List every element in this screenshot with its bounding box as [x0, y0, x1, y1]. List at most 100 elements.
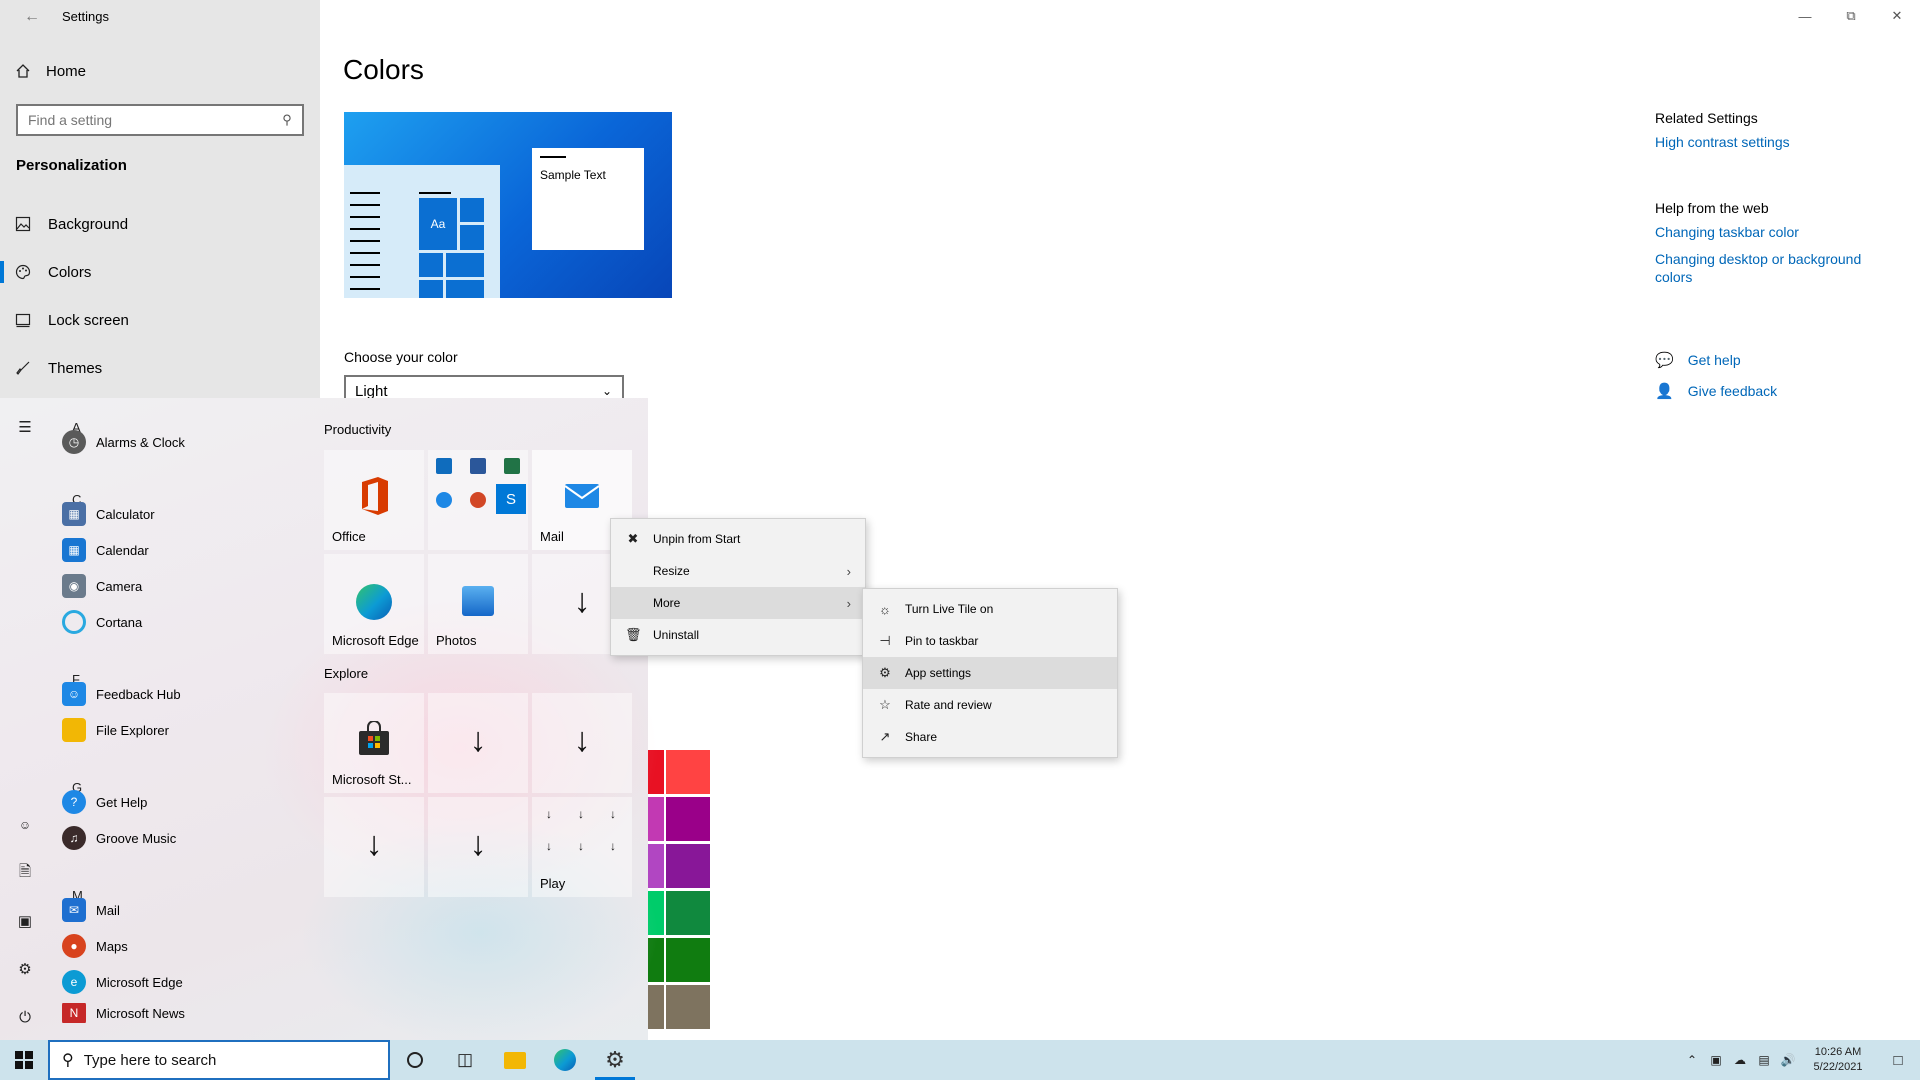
color-swatch[interactable]	[666, 750, 710, 794]
color-swatch[interactable]	[666, 938, 710, 982]
app-microsoft-edge[interactable]: e Microsoft Edge	[62, 967, 183, 997]
tile-office[interactable]: Office	[324, 450, 424, 550]
tile-group-title[interactable]: Productivity	[324, 422, 391, 437]
app-label: Microsoft News	[96, 1005, 185, 1021]
settings-taskbar-button[interactable]: ⚙	[590, 1040, 640, 1080]
find-setting-search[interactable]: ⚲	[16, 104, 304, 136]
edge-taskbar-button[interactable]	[540, 1040, 590, 1080]
app-camera[interactable]: ◉ Camera	[62, 571, 142, 601]
tile-group-title[interactable]: Explore	[324, 666, 368, 681]
onedrive-icon	[436, 492, 452, 508]
download-icon: ↓	[573, 721, 591, 759]
share-icon: ↗	[879, 729, 891, 744]
menu-item-app-settings[interactable]: ⚙ App settings	[863, 657, 1117, 689]
documents-icon[interactable]: 🗎	[12, 860, 38, 886]
map-pin-icon: ●	[62, 934, 86, 958]
high-contrast-link[interactable]: High contrast settings	[1655, 134, 1895, 150]
restore-icon[interactable]: ⧉	[1828, 0, 1874, 32]
cloud-icon[interactable]: ☁	[1728, 1053, 1752, 1067]
sidebar-item-themes[interactable]: Themes	[0, 345, 320, 391]
menu-item-rate-and-review[interactable]: ☆ Rate and review	[863, 689, 1117, 721]
settings-icon[interactable]: ⚙	[12, 956, 38, 982]
download-icon: ↓	[469, 825, 487, 863]
tile-photos[interactable]: Photos	[428, 554, 528, 654]
give-feedback-link[interactable]: 👤 Give feedback	[1655, 382, 1777, 400]
chevron-up-icon[interactable]: ⌃	[1680, 1053, 1704, 1067]
sidebar-item-colors[interactable]: Colors	[0, 249, 320, 295]
cortana-button[interactable]	[390, 1040, 440, 1080]
app-alarms-clock[interactable]: ◷ Alarms & Clock	[62, 427, 185, 457]
windows-logo-icon	[15, 1051, 33, 1069]
menu-item-pin-to-taskbar[interactable]: ⊣ Pin to taskbar	[863, 625, 1117, 657]
nav-home[interactable]: Home	[14, 62, 86, 80]
app-cortana[interactable]: Cortana	[62, 607, 142, 637]
minimize-icon[interactable]: —	[1782, 0, 1828, 32]
tile-play-folder[interactable]: ↓ ↓ ↓ ↓ ↓ ↓ Play	[532, 797, 632, 897]
tile-label: Play	[540, 876, 566, 891]
close-icon[interactable]: ✕	[1874, 0, 1920, 32]
tile-download[interactable]: ↓	[428, 693, 528, 793]
back-arrow-icon[interactable]: ←	[12, 4, 52, 30]
help-heading: Help from the web	[1655, 200, 1769, 216]
volume-icon[interactable]: 🔊	[1776, 1053, 1800, 1067]
color-swatch[interactable]	[666, 797, 710, 841]
color-swatch[interactable]	[666, 985, 710, 1029]
menu-item-resize[interactable]: Resize ›	[611, 555, 865, 587]
start-button[interactable]	[0, 1040, 48, 1080]
more-submenu: ☼ Turn Live Tile on ⊣ Pin to taskbar ⚙ A…	[862, 588, 1118, 758]
power-icon[interactable]: ⏻	[12, 1004, 38, 1030]
search-icon[interactable]: ⚲	[272, 112, 302, 128]
tile-download[interactable]: ↓	[428, 797, 528, 897]
excel-icon	[504, 458, 520, 474]
download-icon: ↓	[578, 839, 584, 853]
clock[interactable]: 10:26 AM 5/22/2021	[1800, 1045, 1876, 1075]
menu-item-unpin-from-start[interactable]: ✖ Unpin from Start	[611, 523, 865, 555]
meet-now-icon[interactable]: ▣	[1704, 1053, 1728, 1067]
choose-color-value: Light	[355, 382, 388, 400]
preview-sample-text: Sample Text	[540, 168, 606, 182]
sidebar-item-background[interactable]: Background	[0, 201, 320, 247]
brush-icon	[14, 359, 32, 377]
color-preview: Aa Sample Text	[344, 112, 672, 298]
app-file-explorer[interactable]: File Explorer	[62, 715, 169, 745]
app-microsoft-news[interactable]: N Microsoft News	[62, 1003, 185, 1023]
app-calendar[interactable]: ▦ Calendar	[62, 535, 149, 565]
tile-download[interactable]: ↓	[324, 797, 424, 897]
app-feedback-hub[interactable]: ☺ Feedback Hub	[62, 679, 181, 709]
network-icon[interactable]: ▤	[1752, 1053, 1776, 1067]
menu-item-share[interactable]: ↗ Share	[863, 721, 1117, 753]
tile-office-apps-folder[interactable]: S	[428, 450, 528, 550]
get-help-link[interactable]: 💬 Get help	[1655, 351, 1741, 369]
tile-microsoft-edge[interactable]: Microsoft Edge	[324, 554, 424, 654]
taskbar-search-input[interactable]	[83, 1051, 388, 1069]
gear-icon: ⚙	[879, 665, 891, 680]
file-explorer-taskbar-button[interactable]	[490, 1040, 540, 1080]
tile-microsoft-store[interactable]: Microsoft St...	[324, 693, 424, 793]
color-swatch[interactable]	[666, 891, 710, 935]
app-get-help[interactable]: ? Get Help	[62, 787, 147, 817]
app-calculator[interactable]: ▦ Calculator	[62, 499, 155, 529]
color-swatch[interactable]	[666, 844, 710, 888]
hamburger-menu-icon[interactable]: ☰	[12, 414, 38, 440]
menu-item-more[interactable]: More ›	[611, 587, 865, 619]
user-icon[interactable]: ☺	[12, 812, 38, 838]
preview-sample-window: Sample Text	[532, 148, 644, 250]
find-setting-input[interactable]	[18, 106, 272, 134]
taskbar-search-box[interactable]: ⚲	[48, 1040, 390, 1080]
desktop-color-link[interactable]: Changing desktop or background colors	[1655, 250, 1895, 286]
tile-download[interactable]: ↓	[532, 693, 632, 793]
app-maps[interactable]: ● Maps	[62, 931, 128, 961]
sidebar-item-lock-screen[interactable]: Lock screen	[0, 297, 320, 343]
menu-item-uninstall[interactable]: 🗑 Uninstall	[611, 619, 865, 651]
notification-icon[interactable]: □	[1876, 1052, 1920, 1069]
skype-icon: S	[496, 484, 526, 514]
app-mail[interactable]: ✉ Mail	[62, 895, 120, 925]
menu-item-turn-live-tile-on[interactable]: ☼ Turn Live Tile on	[863, 593, 1117, 625]
office-icon	[362, 477, 388, 515]
app-groove-music[interactable]: ♫ Groove Music	[62, 823, 176, 853]
taskbar-color-link[interactable]: Changing taskbar color	[1655, 224, 1895, 240]
tile-context-menu: ✖ Unpin from Start Resize › More › 🗑 Uni…	[610, 518, 866, 656]
task-view-button[interactable]: ◫	[440, 1040, 490, 1080]
pictures-icon[interactable]: ▣	[12, 908, 38, 934]
app-label: Microsoft Edge	[96, 974, 183, 990]
